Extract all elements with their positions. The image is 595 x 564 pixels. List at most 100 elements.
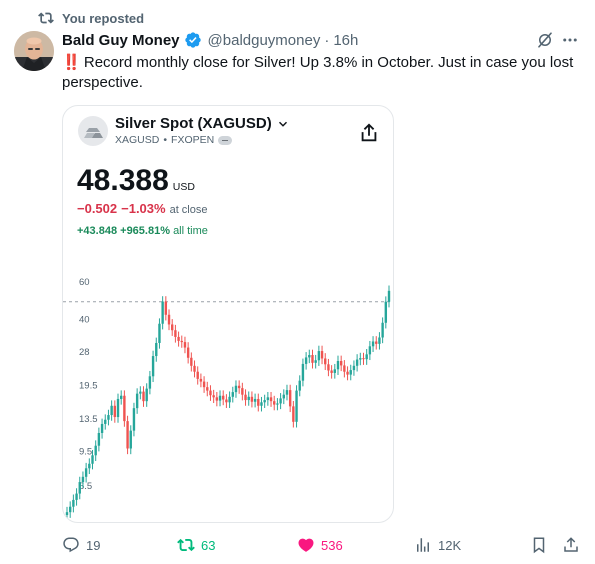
candle-body bbox=[371, 341, 375, 347]
tweet-text: ‼️ Record monthly close for Silver! Up 3… bbox=[62, 53, 584, 93]
ticker-title[interactable]: Silver Spot (XAGUSD) bbox=[115, 115, 290, 132]
candle-body bbox=[359, 358, 362, 360]
candle-body bbox=[209, 390, 212, 396]
candle-body bbox=[336, 360, 340, 370]
candle-body bbox=[368, 346, 372, 355]
y-tick-label: 13.5 bbox=[79, 414, 98, 425]
avatar[interactable] bbox=[14, 31, 54, 71]
candle-body bbox=[81, 476, 85, 483]
candle-body bbox=[190, 357, 193, 366]
candle-body bbox=[285, 390, 289, 395]
candle-body bbox=[183, 342, 187, 348]
alltime-absolute: +43.848 bbox=[77, 225, 118, 237]
y-tick-label: 40 bbox=[79, 314, 90, 325]
daily-change: −0.502 −1.03% at close bbox=[77, 201, 208, 216]
candle-body bbox=[72, 499, 75, 507]
price-value: 48.388 bbox=[77, 164, 169, 197]
change-label: at close bbox=[169, 204, 208, 216]
candle-body bbox=[171, 324, 174, 331]
avatar-image bbox=[14, 31, 54, 71]
candle-body bbox=[123, 395, 126, 422]
price-chart[interactable]: 60 40 28 19.5 13.5 9.5 6.5 bbox=[63, 266, 394, 523]
candle-body bbox=[346, 371, 349, 375]
candle-body bbox=[142, 391, 145, 402]
reply-icon bbox=[63, 537, 79, 553]
candle-body bbox=[273, 401, 276, 405]
alltime-percent: +965.81% bbox=[120, 225, 170, 237]
candle-body bbox=[145, 388, 148, 402]
repost-label: You reposted bbox=[62, 10, 145, 26]
ticker-subtitle: XAGUSD • FXOPEN bbox=[115, 134, 233, 146]
view-count: 12K bbox=[438, 537, 462, 553]
candle-body bbox=[324, 358, 327, 365]
header-separator: · bbox=[324, 31, 330, 49]
author-name[interactable]: Bald Guy Money bbox=[62, 32, 180, 49]
candle-body bbox=[84, 468, 88, 477]
share-tweet-icon[interactable] bbox=[562, 536, 580, 554]
candle-body bbox=[317, 351, 321, 361]
candle-body bbox=[333, 369, 337, 373]
candle-body bbox=[104, 419, 107, 424]
candle-body bbox=[148, 376, 152, 389]
candle-body bbox=[78, 482, 81, 494]
share-icon[interactable] bbox=[358, 122, 380, 144]
candle-body bbox=[381, 322, 384, 338]
candle-body bbox=[355, 359, 359, 366]
silver-bars-logo bbox=[78, 116, 108, 146]
author-handle[interactable]: @baldguymoney bbox=[208, 32, 321, 49]
heart-icon bbox=[298, 538, 314, 552]
ticker-symbol: XAGUSD bbox=[115, 134, 160, 146]
candle-body bbox=[202, 381, 206, 388]
candle-body bbox=[314, 360, 317, 363]
candle-body bbox=[155, 342, 158, 357]
candle-body bbox=[387, 290, 391, 302]
subtitle-separator: • bbox=[163, 134, 168, 146]
candle-body bbox=[292, 406, 295, 422]
reply-button[interactable]: 19 bbox=[62, 536, 100, 554]
timestamp[interactable]: 16h bbox=[333, 32, 358, 49]
y-tick-label: 28 bbox=[79, 347, 90, 358]
like-count: 536 bbox=[321, 537, 343, 553]
candle-body bbox=[378, 337, 381, 344]
candle-body bbox=[225, 399, 228, 403]
candle-body bbox=[167, 314, 171, 325]
candle-body bbox=[212, 395, 215, 398]
views-button[interactable]: 12K bbox=[414, 536, 461, 554]
candle-body bbox=[276, 403, 279, 405]
candle-body bbox=[196, 371, 199, 379]
candle-body bbox=[237, 385, 241, 389]
candle-body bbox=[343, 365, 346, 372]
candle-body bbox=[180, 340, 183, 343]
candle-body bbox=[266, 397, 270, 401]
candle-body bbox=[269, 397, 273, 402]
ticker-card[interactable]: Silver Spot (XAGUSD) XAGUSD • FXOPEN 48.… bbox=[62, 105, 394, 523]
chart-grid: 60 40 28 19.5 13.5 9.5 6.5 bbox=[63, 277, 393, 492]
more-options-icon[interactable] bbox=[561, 31, 579, 49]
like-button[interactable]: 536 bbox=[297, 536, 343, 554]
candle-body bbox=[231, 392, 234, 397]
candle-body bbox=[68, 506, 72, 513]
candle-body bbox=[257, 398, 260, 406]
repost-button[interactable]: 63 bbox=[177, 536, 215, 554]
candle-body bbox=[186, 347, 190, 358]
candle-body bbox=[295, 390, 298, 422]
grok-icon[interactable] bbox=[536, 31, 554, 49]
candle-body bbox=[139, 391, 142, 394]
candle-body bbox=[129, 430, 132, 449]
candle-body bbox=[339, 360, 343, 366]
bookmark-icon[interactable] bbox=[530, 536, 548, 554]
candle-body bbox=[97, 432, 101, 446]
verified-badge-icon bbox=[184, 32, 201, 48]
candle-body bbox=[365, 354, 368, 360]
candle-body bbox=[135, 393, 139, 409]
candle-body bbox=[110, 405, 113, 416]
candle-body bbox=[177, 336, 180, 341]
candle-body bbox=[298, 380, 301, 391]
repost-icon bbox=[177, 538, 195, 552]
candle-body bbox=[126, 421, 129, 449]
tweet-header: Bald Guy Money @baldguymoney · 16h bbox=[62, 31, 358, 49]
y-tick-label: 60 bbox=[79, 277, 90, 288]
candle-body bbox=[263, 400, 266, 403]
candle-body bbox=[65, 512, 69, 515]
change-percent: −1.03% bbox=[121, 201, 166, 216]
